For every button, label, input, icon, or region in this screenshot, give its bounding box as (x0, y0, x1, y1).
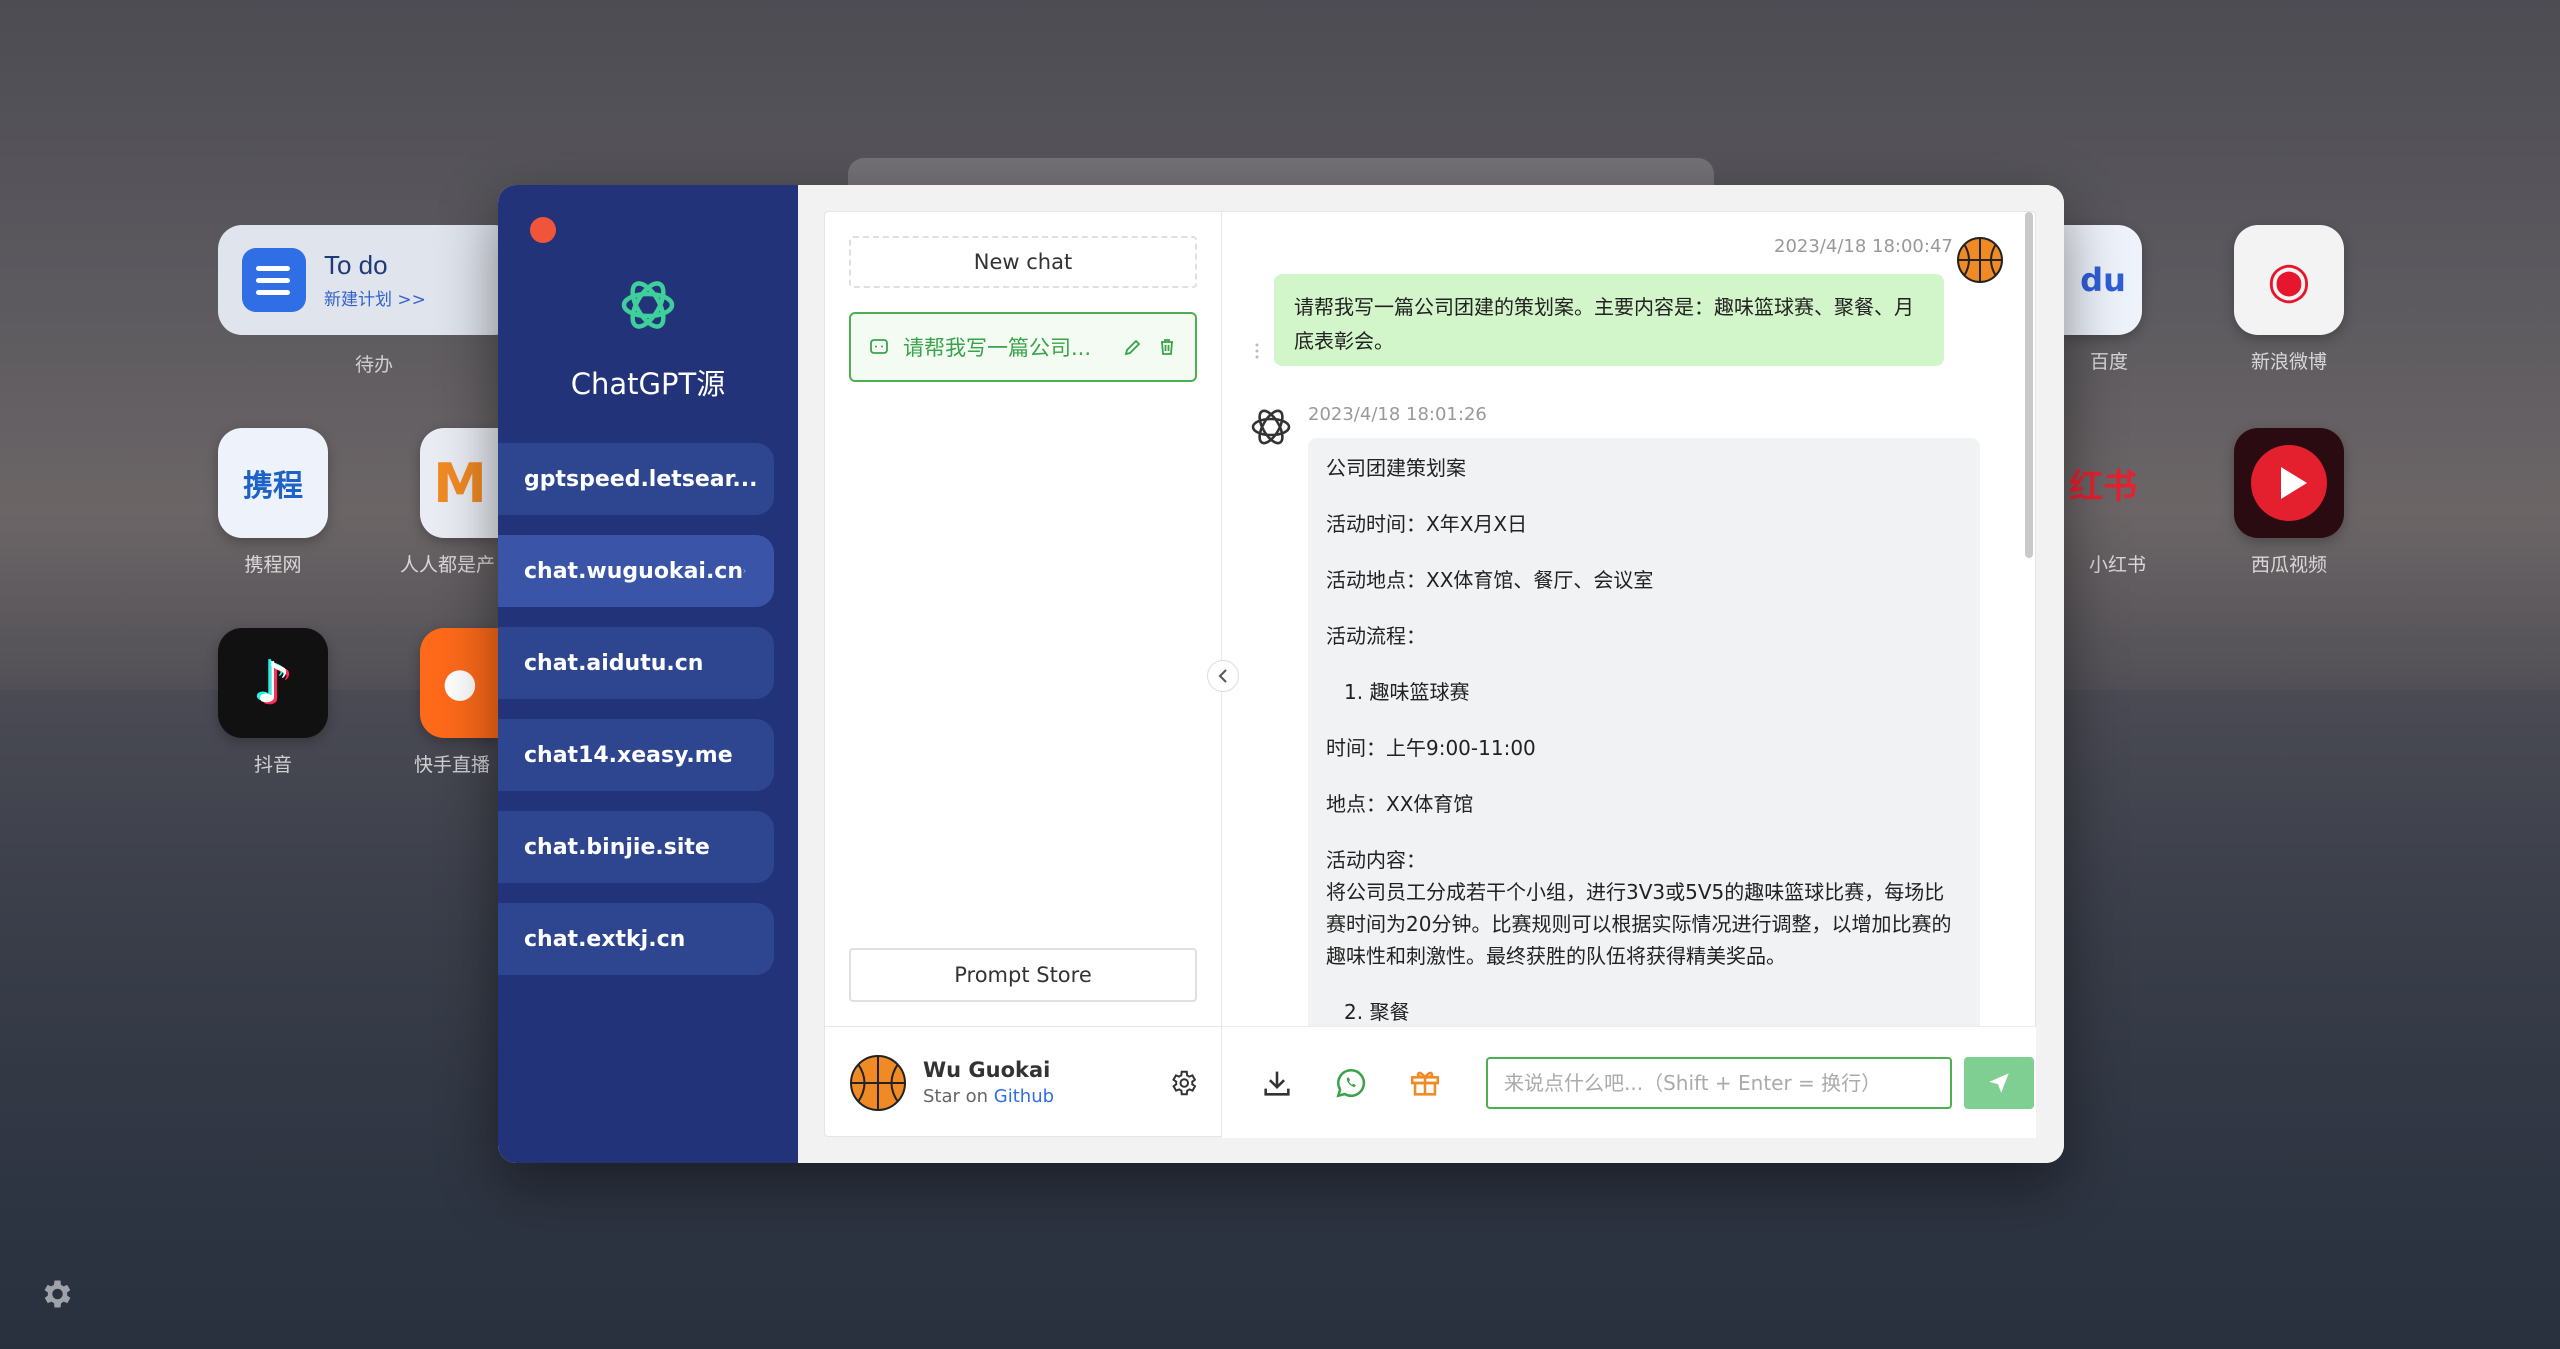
send-icon (1989, 1072, 2009, 1093)
assistant-message-bubble: 公司团建策划案 活动时间：X年X月X日 活动地点：XX体育馆、餐厅、会议室 活动… (1308, 438, 1980, 1026)
desktop-icon-weibo[interactable]: ◉ 新浪微博 (2234, 225, 2344, 374)
chat-list-item[interactable]: 请帮我写一篇公司... (849, 312, 1197, 382)
desktop-icon-douyin[interactable]: ♪ 抖音 (218, 628, 328, 777)
desktop-icon-woshipm[interactable]: M 人人都是产 (400, 428, 500, 577)
whatsapp-chat-icon[interactable] (1334, 1066, 1368, 1100)
user-message-time: 2023/4/18 18:00:47 (1774, 236, 1953, 257)
site-item[interactable]: gptspeed.letsear... (498, 443, 774, 515)
assistant-line: 活动地点：XX体育馆、餐厅、会议室 (1326, 568, 1654, 592)
desktop-icon-label: 携程网 (244, 554, 302, 576)
collapse-sidebar-button[interactable] (1207, 660, 1239, 692)
chat-title: 请帮我写一篇公司... (903, 336, 1092, 360)
assistant-line: 活动内容： (1326, 848, 1426, 872)
close-window-button[interactable] (530, 217, 556, 243)
todo-subtitle[interactable]: 新建计划 >> (324, 285, 426, 310)
gift-icon[interactable] (1408, 1066, 1442, 1100)
new-chat-button[interactable]: New chat (849, 236, 1197, 288)
desktop-icon-label: 快手直播 (414, 754, 491, 776)
desktop-icon-label: 抖音 (253, 754, 292, 776)
todo-label: 待办 (355, 354, 394, 376)
delete-icon[interactable] (1157, 337, 1177, 357)
assistant-line: 公司团建策划案 (1326, 456, 1466, 480)
message-input[interactable] (1504, 1070, 1934, 1095)
chevron-left-icon (1218, 669, 1227, 683)
site-item[interactable]: chat.extkj.cn (498, 903, 774, 975)
sidebar-title: ChatGPT源 (570, 367, 726, 401)
assistant-line: 时间：上午9:00-11:00 (1326, 736, 1536, 760)
user-message-bubble: 请帮我写一篇公司团建的策划案。主要内容是：趣味篮球赛、聚餐、月底表彰会。 (1274, 274, 1944, 366)
sidebar: ChatGPT源 gptspeed.letsear... chat.wuguok… (498, 185, 798, 1163)
openai-logo-icon (621, 281, 675, 329)
user-avatar-basketball-icon (1957, 237, 2003, 283)
site-list: gptspeed.letsear... chat.wuguokai.cn cha… (498, 443, 774, 995)
desktop-settings-gear-icon[interactable] (38, 1276, 74, 1312)
assistant-line: 2. 聚餐 (1344, 1000, 1410, 1024)
site-label: chat14.xeasy.me (524, 742, 733, 768)
prompt-store-button[interactable]: Prompt Store (849, 948, 1197, 1002)
desktop-icon-label: 西瓜视频 (2250, 554, 2327, 576)
user-name: Wu Guokai (923, 1058, 1051, 1082)
chat-bubble-icon (870, 339, 888, 354)
baidu-icon: du (2064, 225, 2142, 335)
weibo-icon: ◉ (2234, 225, 2344, 335)
xiaohongshu-icon: 红书 (2069, 466, 2137, 507)
site-item[interactable]: chat14.xeasy.me (498, 719, 774, 791)
site-label: chat.extkj.cn (524, 926, 686, 952)
todo-title: To do (324, 250, 388, 280)
desktop-icon-xiaohongshu[interactable]: 红书 小红书 (2064, 428, 2146, 577)
edit-icon[interactable] (1123, 337, 1143, 357)
assistant-message-time: 2023/4/18 18:01:26 (1308, 404, 1487, 425)
chevron-right-icon (743, 569, 746, 573)
desktop-icon-label: 人人都是产 (400, 554, 496, 576)
conversation-scrollbar[interactable] (2025, 212, 2033, 558)
site-label: chat.wuguokai.cn (524, 558, 744, 584)
desktop-icon-xigua[interactable]: 西瓜视频 (2234, 428, 2344, 577)
site-item[interactable]: chat.binjie.site (498, 811, 774, 883)
site-item[interactable]: chat.aidutu.cn (498, 627, 774, 699)
assistant-line: 活动流程： (1326, 624, 1426, 648)
desktop-icon-label: 小红书 (2088, 554, 2146, 576)
app-window: ChatGPT源 gptspeed.letsear... chat.wuguok… (498, 185, 2064, 1163)
site-label: chat.aidutu.cn (524, 650, 704, 676)
assistant-line: 活动时间：X年X月X日 (1326, 512, 1528, 536)
send-button[interactable] (1964, 1056, 2034, 1109)
more-dots-icon[interactable] (1254, 342, 1260, 360)
site-label: chat.binjie.site (524, 834, 710, 860)
douyin-icon: ♪ (218, 628, 328, 738)
assistant-line: 将公司员工分成若干个小组，进行3V3或5V5的趣味篮球比赛，每场比赛时间为20分… (1326, 880, 1952, 968)
user-star-text: Star on Github (923, 1086, 1054, 1107)
desktop-icon-baidu[interactable]: du 百度 (2064, 225, 2142, 374)
chat-list-column: New chat 请帮我写一篇公司... Prompt Store Wu Guo… (825, 212, 1222, 1136)
github-link[interactable]: Github (994, 1086, 1054, 1107)
desktop-icon-ctrip[interactable]: 携程 携程网 (218, 428, 328, 577)
kuaishou-icon: ● (420, 628, 500, 738)
site-label: gptspeed.letsear... (524, 466, 758, 492)
desktop-icon-label: 百度 (2089, 351, 2128, 373)
download-icon[interactable] (1260, 1066, 1294, 1100)
conversation-column: 2023/4/18 18:00:47 请帮我写一篇公司团建的策划案。主要内容是：… (1222, 212, 2036, 1138)
user-avatar-basketball-icon[interactable] (849, 1054, 907, 1112)
site-item-active[interactable]: chat.wuguokai.cn (498, 535, 774, 607)
composer-bar (1222, 1026, 2036, 1138)
message-input-wrapper (1486, 1056, 1952, 1109)
star-prefix: Star on (923, 1086, 989, 1107)
desktop-icon-label: 新浪微博 (2250, 351, 2327, 373)
assistant-line: 1. 趣味篮球赛 (1344, 680, 1470, 704)
todo-widget[interactable]: To do 新建计划 >> (218, 225, 518, 335)
ctrip-icon: 携程 (218, 428, 328, 538)
list-icon (242, 248, 306, 312)
xigua-icon (2234, 428, 2344, 538)
woshipm-icon: M (420, 428, 500, 538)
main-area: New chat 请帮我写一篇公司... Prompt Store Wu Guo… (798, 185, 2064, 1163)
assistant-avatar-icon (1251, 409, 1291, 445)
settings-gear-icon[interactable] (1168, 1068, 1198, 1098)
assistant-line: 地点：XX体育馆 (1326, 792, 1474, 816)
user-bar: Wu Guokai Star on Github (825, 1026, 1222, 1138)
chat-panel: New chat 请帮我写一篇公司... Prompt Store Wu Guo… (824, 211, 2036, 1138)
desktop-icon-kuaishou[interactable]: ● 快手直播 (414, 628, 500, 777)
